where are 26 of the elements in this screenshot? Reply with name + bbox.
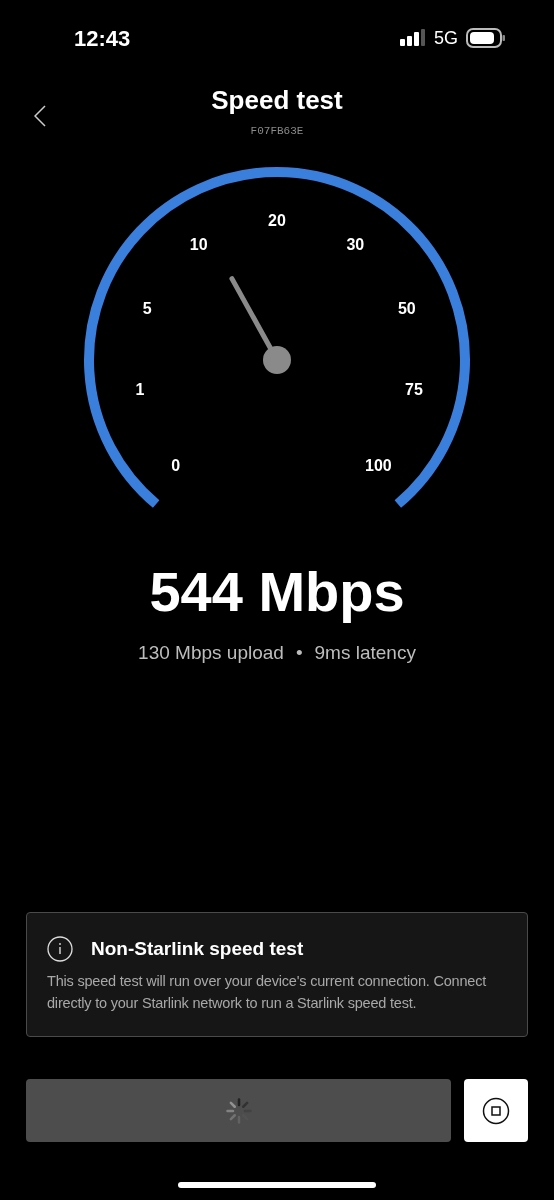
battery-icon [466, 28, 506, 48]
network-type: 5G [434, 26, 458, 50]
stop-button[interactable] [464, 1079, 528, 1142]
separator-dot: • [295, 641, 303, 665]
notice-text: This speed test will run over your device's current connection. Connect directly to your Starlink network to run a Starlink speed test. [47, 971, 488, 1013]
stop-icon [482, 1096, 510, 1125]
scale-label: 10 [189, 235, 208, 253]
info-icon [47, 936, 73, 963]
scale-label: 75 [405, 381, 423, 399]
back-chevron-icon [34, 105, 46, 127]
scale-label: 1 [135, 381, 145, 399]
scale-label: 100 [365, 457, 392, 474]
signal-icon [400, 29, 426, 47]
start-button[interactable] [26, 1079, 451, 1142]
latency-text: 9ms latency [314, 641, 416, 665]
scale-label: 5 [142, 299, 152, 317]
scale-label: 30 [346, 235, 365, 253]
page-title: Speed test [211, 84, 343, 116]
scale-label: 50 [397, 299, 416, 317]
upload-speed: 130 Mbps upload [138, 641, 284, 665]
notice-title: Non-Starlink speed test [91, 937, 304, 961]
status-time: 12:43 [74, 24, 131, 53]
scale-label: 0 [171, 457, 181, 474]
device-id: F07FB63E [250, 124, 304, 138]
scale-label: 20 [268, 212, 286, 229]
download-speed: 544 Mbps [148, 560, 406, 624]
